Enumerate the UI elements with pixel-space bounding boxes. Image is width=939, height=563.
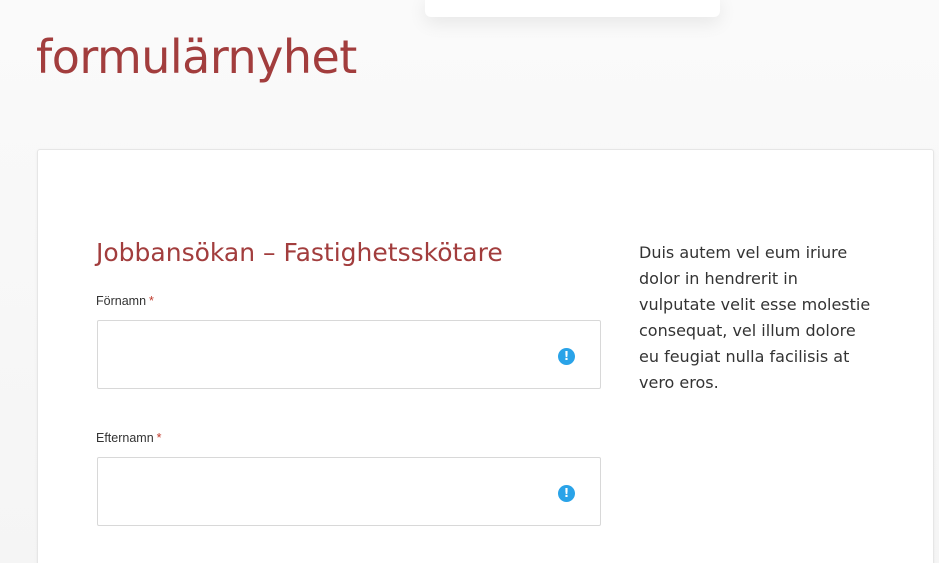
page: formulärnyhet Jobbansökan – Fastighetssk… bbox=[0, 0, 939, 563]
first-name-field[interactable]: ! bbox=[97, 320, 601, 389]
exclamation-circle-icon: ! bbox=[558, 485, 575, 502]
form-card: Jobbansökan – Fastighetsskötare Förnamn *… bbox=[37, 149, 934, 563]
first-name-label: Förnamn * bbox=[96, 294, 154, 308]
side-description-text: Duis autem vel eum iriure dolor in hendr… bbox=[639, 243, 871, 392]
last-name-label: Efternamn * bbox=[96, 431, 162, 445]
top-popup-panel bbox=[425, 0, 720, 17]
last-name-label-text: Efternamn bbox=[96, 431, 154, 445]
page-title: formulärnyhet bbox=[36, 30, 357, 84]
required-marker: * bbox=[156, 431, 162, 445]
form-heading: Jobbansökan – Fastighetsskötare bbox=[96, 238, 503, 267]
first-name-input[interactable] bbox=[98, 321, 600, 388]
first-name-label-text: Förnamn bbox=[96, 294, 147, 308]
last-name-field[interactable]: ! bbox=[97, 457, 601, 526]
required-marker: * bbox=[149, 294, 154, 308]
last-name-input[interactable] bbox=[98, 458, 600, 525]
exclamation-circle-icon: ! bbox=[558, 348, 575, 365]
